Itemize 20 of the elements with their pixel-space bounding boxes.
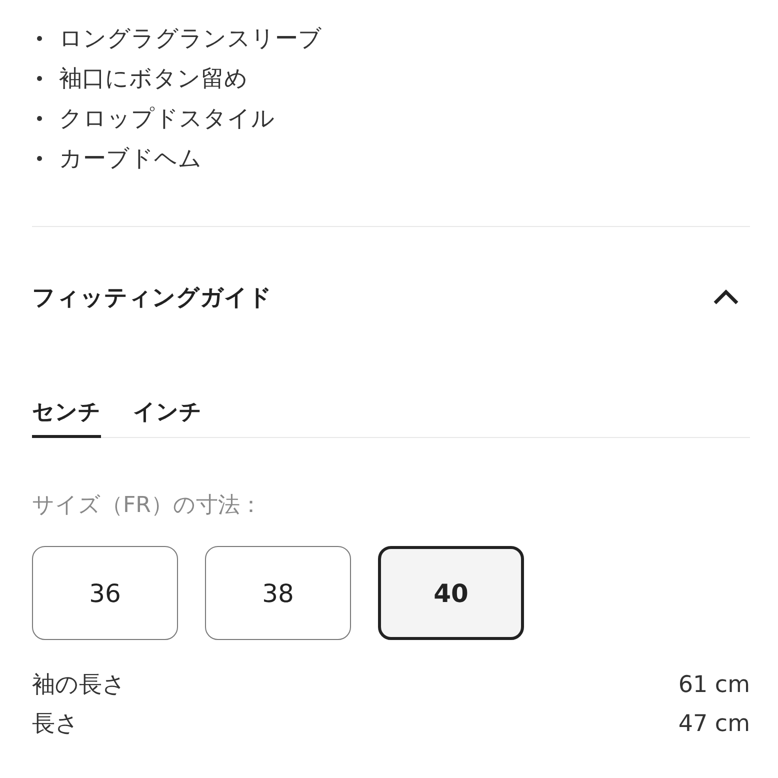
bullet-icon [37,76,42,80]
measurement-value: 61 cm [678,672,750,698]
measurement-name: 袖の長さ [32,671,126,700]
fitting-guide-header[interactable]: フィッティングガイド [32,277,750,317]
size-option[interactable]: 40 [378,546,524,640]
feature-text: カーブドヘム [59,144,202,174]
size-option[interactable]: 36 [32,546,178,640]
measurement-value: 47 cm [678,710,750,736]
feature-text: クロップドスタイル [59,104,275,134]
unit-tab[interactable]: センチ [32,397,101,438]
bullet-icon [37,156,42,160]
size-option[interactable]: 38 [205,546,351,640]
chevron-icon [712,288,740,306]
measurement-name: 長さ [32,710,79,739]
unit-tab[interactable]: インチ [133,397,202,438]
bullet-icon [37,116,42,120]
bullet-icon [37,36,42,40]
feature-text: 袖口にボタン留め [59,64,248,94]
size-label: サイズ（FR）の寸法： [32,492,263,520]
feature-text: ロングラグランスリーブ [59,24,322,54]
